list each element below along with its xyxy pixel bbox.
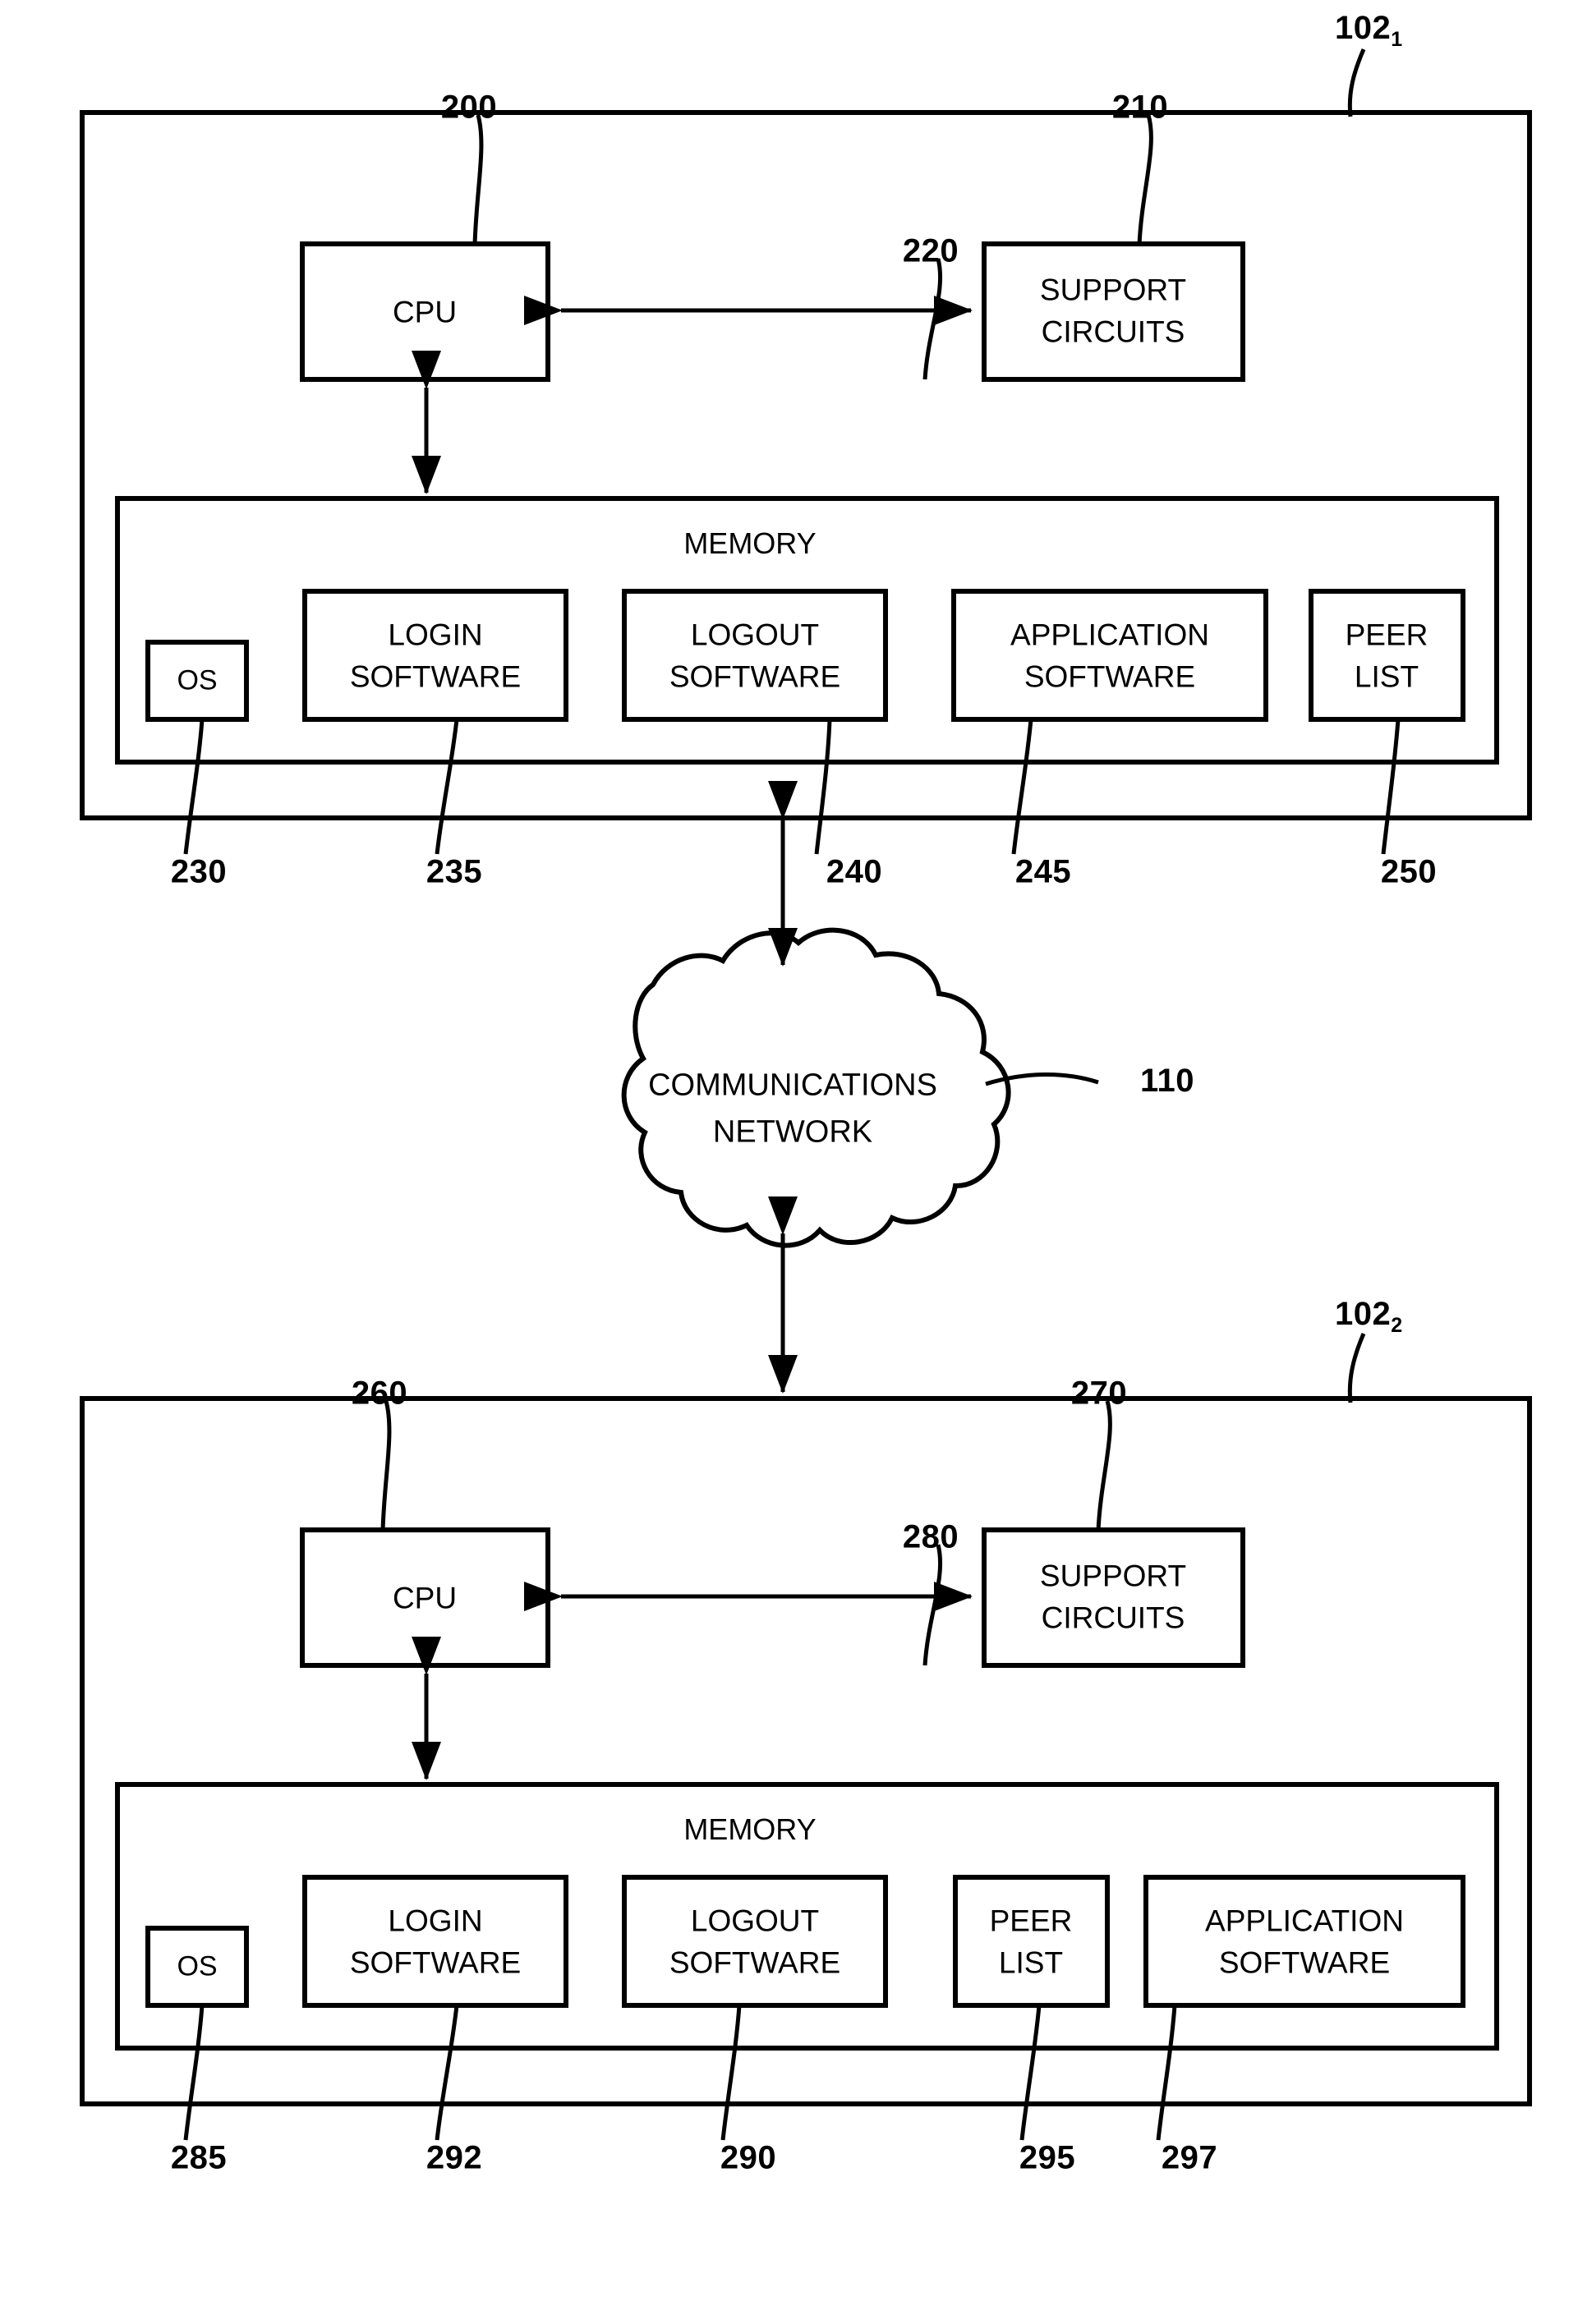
system-2-module-box-peer	[953, 1875, 1110, 2008]
system-2-module-label-login-2: SOFTWARE	[349, 1945, 522, 1980]
system-2-module-label-peer-2: LIST	[998, 1945, 1064, 1980]
system-2-module-label-application-2: SOFTWARE	[1218, 1945, 1391, 1980]
system-1-module-box-application	[951, 589, 1268, 722]
system-2-module-ref-297: 297	[1161, 2139, 1218, 2176]
system-1-ref-subscript: 1	[1391, 28, 1403, 51]
system-1-module-ref-250: 250	[1380, 853, 1438, 890]
leader-230	[183, 719, 205, 855]
system-2-module-label-application-1: APPLICATION	[1205, 1904, 1404, 1938]
system-2-ref-label: 1022	[1335, 1296, 1403, 1337]
system-1-module-label-os: OS	[177, 664, 218, 696]
system-2-support-label-1: SUPPORT	[1039, 1559, 1187, 1593]
system-2-module-ref-285: 285	[170, 2139, 228, 2176]
system-2-module-box-login	[302, 1875, 568, 2008]
system-1-cpu-ref: 200	[440, 89, 498, 126]
system-2-cpu-ref: 260	[351, 1375, 408, 1412]
leader-210	[1137, 114, 1153, 246]
system-2-memory-ref: 280	[902, 1518, 959, 1555]
leader-292	[435, 2005, 459, 2141]
system-1-module-box-logout	[622, 589, 888, 722]
system-2-support-label-2: CIRCUITS	[1041, 1601, 1185, 1635]
system-1-cpu-label: CPU	[392, 295, 458, 329]
system-1-memory-header: MEMORY	[683, 526, 817, 560]
leader-200	[472, 114, 484, 246]
network-label-line-2: NETWORK	[712, 1114, 873, 1150]
system-2-module-ref-295: 295	[1019, 2139, 1076, 2176]
system-1-module-box-peer	[1309, 589, 1465, 722]
leader-290	[720, 2005, 742, 2141]
system-2-enclosure	[80, 1396, 1532, 2106]
system-1-support-box	[982, 241, 1245, 382]
figure-canvas: 1021 200 210 220 CPU SUPPORT CIRCUITS ME…	[0, 0, 1578, 2324]
system-1-module-label-peer-2: LIST	[1354, 659, 1419, 694]
leader-297	[1156, 2005, 1177, 2141]
leader-245	[1011, 719, 1033, 855]
system-1-module-label-application-2: SOFTWARE	[1024, 659, 1196, 694]
network-label-line-1: COMMUNICATIONS	[648, 1068, 937, 1103]
leader-260	[380, 1400, 392, 1532]
system-2-support-box	[982, 1527, 1245, 1668]
system-1-module-ref-245: 245	[1014, 853, 1072, 890]
system-1-support-ref: 210	[1111, 89, 1169, 126]
leader-235	[435, 719, 459, 855]
system-1-module-label-peer-1: PEER	[1345, 618, 1428, 652]
system-1-module-label-logout-2: SOFTWARE	[669, 659, 841, 694]
system-1-module-ref-240: 240	[826, 853, 883, 890]
system-2-module-ref-292: 292	[426, 2139, 483, 2176]
system-2-module-label-login-1: LOGIN	[388, 1904, 483, 1938]
system-1-module-label-login-1: LOGIN	[388, 618, 483, 652]
system-1-module-ref-230: 230	[170, 853, 228, 890]
system-2-module-label-peer-1: PEER	[989, 1904, 1073, 1938]
system-1-module-ref-235: 235	[426, 853, 483, 890]
system-2-module-label-logout-2: SOFTWARE	[669, 1945, 841, 1980]
system-1-module-box-login	[302, 589, 568, 722]
system-1-module-label-login-2: SOFTWARE	[349, 659, 522, 694]
leader-102-2	[1347, 1333, 1366, 1403]
system-2-support-ref: 270	[1070, 1375, 1128, 1412]
system-2-module-box-application	[1143, 1875, 1465, 2008]
system-2-cpu-label: CPU	[392, 1581, 458, 1615]
leader-285	[183, 2005, 205, 2141]
system-2-module-box-logout	[622, 1875, 888, 2008]
system-1-module-label-logout-1: LOGOUT	[690, 618, 820, 652]
leader-270	[1096, 1400, 1112, 1532]
system-1-module-label-application-1: APPLICATION	[1010, 618, 1209, 652]
network-ref: 110	[1140, 1063, 1195, 1099]
system-2-module-label-os: OS	[177, 1950, 218, 1982]
system-1-support-label-2: CIRCUITS	[1041, 315, 1185, 349]
system-2-module-ref-290: 290	[720, 2139, 777, 2176]
system-1-memory-ref: 220	[902, 232, 959, 269]
leader-250	[1381, 719, 1401, 855]
system-1-ref-label: 1021	[1335, 10, 1403, 51]
system-2-ref-subscript: 2	[1391, 1314, 1403, 1337]
system-2-module-label-logout-1: LOGOUT	[690, 1904, 820, 1938]
system-2-memory-header: MEMORY	[683, 1812, 817, 1846]
leader-280	[922, 1544, 943, 1666]
leader-102-1	[1347, 48, 1366, 117]
leader-240	[814, 719, 832, 855]
leader-220	[922, 258, 943, 380]
system-1-support-label-1: SUPPORT	[1039, 273, 1187, 307]
leader-295	[1019, 2005, 1042, 2141]
